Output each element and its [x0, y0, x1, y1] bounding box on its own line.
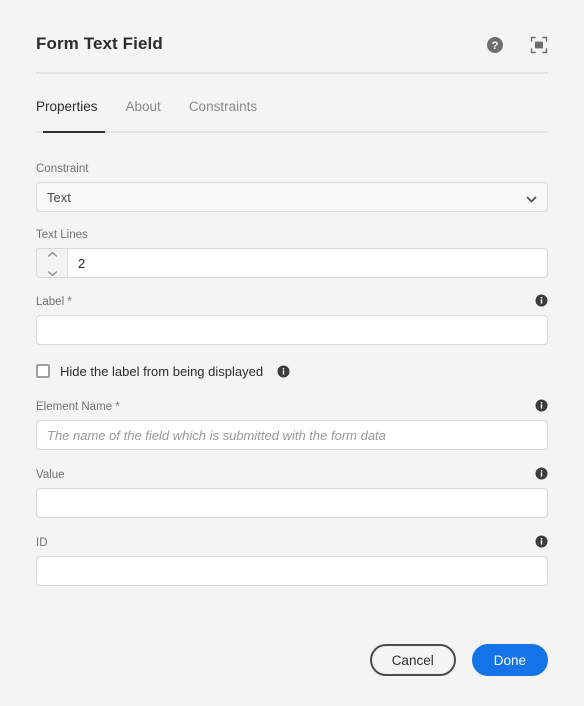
- text-lines-input[interactable]: [68, 249, 547, 277]
- element-name-input[interactable]: [36, 420, 548, 450]
- tab-list: Properties About Constraints: [36, 98, 548, 130]
- properties-form: Constraint Text Text Lines 2 Label * Hid…: [36, 160, 548, 586]
- hide-label-checkbox-row[interactable]: Hide the label from being displayed: [36, 361, 548, 381]
- field-id: ID: [36, 534, 548, 586]
- header-divider: [36, 72, 548, 74]
- tab-about[interactable]: About: [126, 98, 161, 116]
- help-circle-icon[interactable]: ?: [486, 36, 504, 54]
- cancel-button[interactable]: Cancel: [369, 644, 456, 676]
- text-lines-stepper: [36, 248, 548, 278]
- id-label-row: ID: [36, 534, 548, 552]
- constraint-select-wrap: Text: [36, 182, 548, 212]
- constraint-select[interactable]: Text: [36, 182, 548, 212]
- quantity-stepper-buttons[interactable]: [37, 249, 68, 277]
- form-text-field-dialog: Form Text Field ? Properties About Const…: [0, 0, 584, 706]
- info-icon[interactable]: [535, 535, 548, 548]
- info-icon[interactable]: [535, 399, 548, 412]
- constraint-selected-value: Text: [47, 189, 71, 205]
- text-lines-label: Text Lines: [36, 229, 88, 241]
- chevron-down-icon[interactable]: [47, 264, 58, 278]
- done-button[interactable]: Done: [471, 644, 548, 676]
- hide-label-text: Hide the label from being displayed: [60, 363, 264, 379]
- text-lines-label-row: Text Lines: [36, 226, 548, 244]
- element-name-label: Element Name *: [36, 401, 120, 413]
- info-icon[interactable]: [277, 365, 290, 378]
- label-input[interactable]: [36, 315, 548, 345]
- dialog-footer: Cancel Done: [369, 644, 548, 676]
- id-input[interactable]: [36, 556, 548, 586]
- page-title: Form Text Field: [36, 34, 163, 53]
- label-label-row: Label *: [36, 293, 548, 311]
- field-label: Label *: [36, 293, 548, 345]
- id-label: ID: [36, 537, 48, 549]
- field-hide-label: Hide the label from being displayed: [36, 361, 548, 381]
- dialog-header: Form Text Field ?: [36, 34, 548, 70]
- value-input[interactable]: [36, 488, 548, 518]
- field-value: Value: [36, 466, 548, 518]
- tab-bar: Properties About Constraints: [36, 98, 548, 134]
- field-constraint: Constraint Text: [36, 160, 548, 212]
- label-field-label: Label *: [36, 296, 72, 308]
- info-icon[interactable]: [535, 294, 548, 307]
- header-actions: ?: [486, 36, 548, 54]
- element-name-label-row: Element Name *: [36, 398, 548, 416]
- tab-active-indicator: [43, 131, 105, 133]
- svg-text:?: ?: [492, 40, 499, 52]
- hide-label-checkbox[interactable]: [36, 364, 50, 378]
- constraint-label: Constraint: [36, 163, 89, 175]
- tab-properties[interactable]: Properties: [36, 98, 98, 116]
- chevron-up-icon[interactable]: [47, 249, 58, 263]
- info-icon[interactable]: [535, 467, 548, 480]
- tab-divider: [36, 131, 548, 133]
- constraint-label-row: Constraint: [36, 160, 548, 178]
- value-label: Value: [36, 469, 65, 481]
- tab-constraints[interactable]: Constraints: [189, 98, 257, 116]
- field-element-name: Element Name *: [36, 398, 548, 450]
- value-label-row: Value: [36, 466, 548, 484]
- field-text-lines: Text Lines: [36, 226, 548, 278]
- fullscreen-icon[interactable]: [530, 36, 548, 54]
